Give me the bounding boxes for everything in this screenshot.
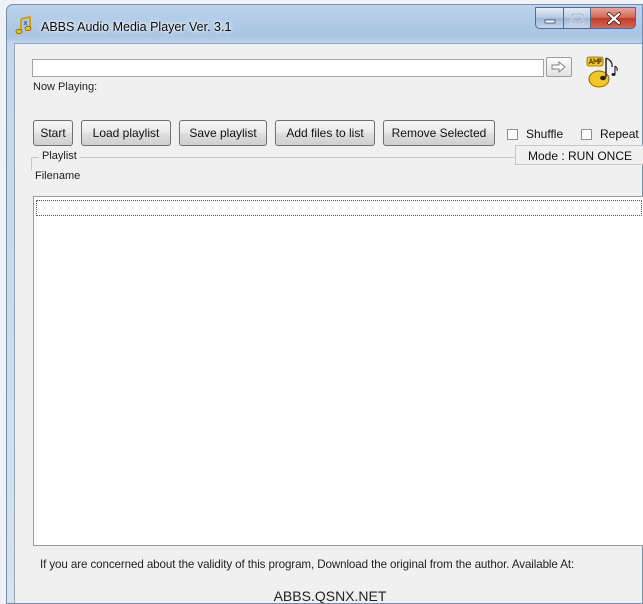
music-note-icon [15, 16, 32, 35]
load-playlist-button[interactable]: Load playlist [81, 120, 171, 146]
filename-column-header[interactable]: Filename [35, 170, 80, 182]
repeat-label: Repeat [600, 127, 639, 141]
shuffle-checkbox[interactable]: Shuffle [507, 126, 563, 142]
minimize-button[interactable] [535, 7, 563, 29]
amp-logo-icon [586, 56, 618, 88]
play-arrow-button[interactable] [546, 57, 572, 77]
start-button[interactable]: Start [33, 120, 73, 146]
caption-buttons [535, 7, 636, 31]
window-title: ABBS Audio Media Player Ver. 3.1 [41, 20, 232, 34]
validity-notice: If you are concerned about the validity … [40, 558, 575, 571]
title-bar[interactable]: ABBS Audio Media Player Ver. 3.1 [7, 5, 642, 45]
minimize-icon [544, 19, 556, 24]
playlist-list[interactable] [33, 196, 643, 546]
add-files-button[interactable]: Add files to list [275, 120, 375, 146]
remove-selected-button[interactable]: Remove Selected [383, 120, 495, 146]
playlist-group-title: Playlist [39, 150, 80, 162]
save-playlist-button[interactable]: Save playlist [179, 120, 267, 146]
client-area: Now Playing: Start Load playlist Save pl… [14, 43, 643, 604]
maximize-button[interactable] [563, 7, 590, 29]
repeat-checkbox[interactable]: Repeat [581, 126, 639, 142]
now-playing-label: Now Playing: [33, 81, 98, 93]
shuffle-label: Shuffle [526, 127, 564, 141]
shuffle-checkbox-box[interactable] [507, 128, 518, 140]
arrow-right-icon [551, 61, 566, 73]
close-button[interactable] [590, 7, 636, 29]
maximize-icon [570, 12, 585, 25]
app-window: ABBS Audio Media Player Ver. 3.1 Now Pla… [6, 4, 643, 604]
now-playing-field [32, 59, 544, 77]
list-focus-row[interactable] [36, 200, 642, 216]
close-icon [607, 12, 621, 25]
mode-text: Mode : RUN ONCE [528, 149, 633, 163]
repeat-checkbox-box[interactable] [581, 128, 592, 140]
author-url: ABBS.QSNX.NET [273, 588, 387, 604]
